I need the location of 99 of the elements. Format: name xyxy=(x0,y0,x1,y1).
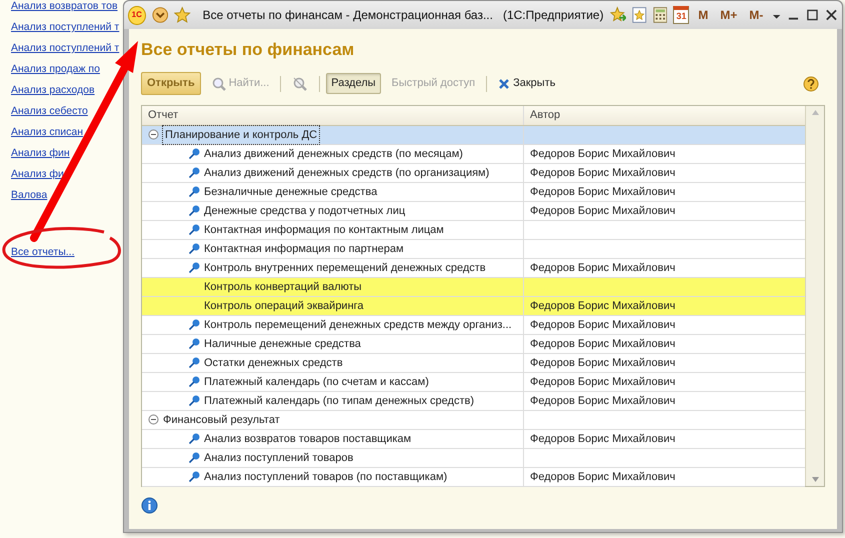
close-icon xyxy=(498,78,510,90)
open-button[interactable]: Открыть xyxy=(141,72,201,95)
table-row[interactable]: Анализ поступлений товаров (по поставщикам) Федоров Борис Михайлович xyxy=(142,468,805,486)
table-row[interactable]: Денежные средства у подотчетных лиц Федоров Борис Михайлович xyxy=(142,202,805,220)
table-row[interactable]: Контактная информация по партнерам xyxy=(142,240,805,258)
pin-icon xyxy=(188,318,200,330)
table-row[interactable]: Платежный календарь (по типам денежных средств) Федоров Борис Михайлович xyxy=(142,392,805,410)
author-name: Федоров Борис Михайлович xyxy=(530,184,676,200)
pin-icon xyxy=(188,376,200,388)
group-title[interactable]: Финансовый результат xyxy=(163,410,280,428)
report-title[interactable]: Анализ движений денежных средств (по организациям) xyxy=(204,164,490,182)
report-title[interactable]: Наличные денежные средства xyxy=(204,334,361,352)
calendar-icon[interactable]: 31 xyxy=(673,6,690,24)
table-row[interactable]: Наличные денежные средства Федоров Борис Михайлович xyxy=(142,334,805,354)
report-link[interactable]: Анализ фин xyxy=(11,147,70,160)
report-title[interactable]: Анализ возвратов товаров поставщикам xyxy=(204,430,412,448)
report-title[interactable]: Контроль операций эквайринга xyxy=(204,296,364,314)
author-name: Федоров Борис Михайлович xyxy=(530,374,676,390)
report-title[interactable]: Контроль внутренних перемещений денежных средств xyxy=(204,258,486,276)
table-row[interactable]: Безналичные денежные средства Федоров Борис Михайлович xyxy=(142,182,805,202)
pin-icon xyxy=(188,432,200,444)
memory-button[interactable]: M+ xyxy=(717,6,740,24)
table-row[interactable]: Контроль перемещений денежных средств между организ... Федоров Борис Михайлович xyxy=(142,316,805,334)
memory-button[interactable]: M xyxy=(695,6,712,24)
pin-icon xyxy=(188,356,200,368)
author-name: Федоров Борис Михайлович xyxy=(530,204,676,218)
pin-icon xyxy=(188,204,200,216)
pin-icon xyxy=(188,186,200,198)
pin-icon xyxy=(188,394,200,406)
pin-icon xyxy=(188,242,200,254)
author-name: Федоров Борис Михайлович xyxy=(530,470,676,484)
pin-icon xyxy=(188,166,200,178)
report-link[interactable]: Анализ расходов xyxy=(11,84,95,97)
table-row[interactable]: Анализ движений денежных средств (по организациям) Федоров Борис Михайлович xyxy=(142,164,805,182)
report-link[interactable]: Анализ фи xyxy=(11,168,64,181)
report-title[interactable]: Анализ движений денежных средств (по месяцам) xyxy=(204,144,463,162)
table-row[interactable]: Контактная информация по контактным лицам xyxy=(142,220,805,240)
report-link[interactable]: Анализ поступлений т xyxy=(11,21,120,34)
group-row[interactable]: Планирование и контроль ДС xyxy=(142,126,805,144)
author-name: Федоров Борис Михайлович xyxy=(530,356,676,370)
table-row[interactable]: Платежный календарь (по счетам и кассам) Федоров Борис Михайлович xyxy=(142,372,805,392)
table-row[interactable]: Контроль конвертаций валюты xyxy=(142,278,805,296)
author-name: Федоров Борис Михайлович xyxy=(530,336,676,352)
report-title[interactable]: Анализ поступлений товаров xyxy=(204,448,354,466)
report-title[interactable]: Остатки денежных средств xyxy=(204,354,343,372)
report-title[interactable]: Денежные средства у подотчетных лиц xyxy=(204,202,406,220)
group-row[interactable]: Финансовый результат xyxy=(142,410,805,430)
report-title[interactable]: Контактная информация по контактным лицам xyxy=(204,220,444,238)
group-title[interactable]: Планирование и контроль ДС xyxy=(163,126,320,144)
report-title[interactable]: Платежный календарь (по счетам и кассам) xyxy=(204,372,429,390)
form-title: Все отчеты по финансам xyxy=(141,39,356,61)
table-row[interactable]: Анализ поступлений товаров xyxy=(142,448,805,468)
pin-icon xyxy=(188,148,200,160)
report-title[interactable]: Безналичные денежные средства xyxy=(204,182,378,200)
pin-icon xyxy=(188,338,200,350)
report-title[interactable]: Анализ поступлений товаров (по поставщикам) xyxy=(204,468,448,486)
table-row[interactable]: Анализ движений денежных средств (по месяцам) Федоров Борис Михайлович xyxy=(142,144,805,164)
table-row[interactable]: Анализ возвратов товаров поставщикам Федоров Борис Михайлович xyxy=(142,430,805,448)
pin-icon xyxy=(188,470,200,482)
star-icon[interactable] xyxy=(174,6,191,24)
search-icon xyxy=(212,76,226,90)
report-link[interactable]: Анализ поступлений т xyxy=(11,42,120,55)
pin-icon xyxy=(188,452,200,464)
collapse-icon[interactable] xyxy=(148,414,159,425)
report-link[interactable]: Анализ себесто xyxy=(11,105,88,118)
report-title[interactable]: Контроль конвертаций валюты xyxy=(204,278,362,296)
report-link[interactable]: Анализ списан xyxy=(11,126,84,139)
report-link[interactable]: Анализ возвратов тов xyxy=(11,0,118,13)
pin-icon xyxy=(188,262,200,274)
help-icon[interactable] xyxy=(803,76,819,92)
logo[interactable]: 1С xyxy=(128,6,146,24)
calculator-icon[interactable] xyxy=(652,6,668,24)
table-row[interactable]: Остатки денежных средств Федоров Борис Михайлович xyxy=(142,354,805,372)
sections-button[interactable]: Разделы xyxy=(326,73,381,94)
pin-icon xyxy=(188,224,200,236)
window-title: Все отчеты по финансам - Демонстрационная баз... (1С:Предприятие) xyxy=(202,7,604,24)
author-name: Федоров Борис Михайлович xyxy=(530,318,676,332)
dropdown-icon[interactable] xyxy=(152,6,168,24)
search-clear-icon xyxy=(292,76,308,92)
all-reports-link[interactable]: Все отчеты... xyxy=(11,246,74,259)
author-name: Федоров Борис Михайлович xyxy=(530,298,676,314)
close-button[interactable]: Закрыть xyxy=(493,73,560,94)
author-name: Федоров Борис Михайлович xyxy=(530,166,676,180)
column-header[interactable]: Отчет xyxy=(142,106,523,124)
author-name: Федоров Борис Михайлович xyxy=(530,146,676,162)
author-name: Федоров Борис Михайлович xyxy=(530,394,676,408)
report-link[interactable]: Анализ продаж по xyxy=(11,63,100,76)
favorite-document-icon[interactable] xyxy=(632,6,647,24)
report-title[interactable]: Контроль перемещений денежных средств между организ... xyxy=(204,316,512,334)
author-name: Федоров Борис Михайлович xyxy=(530,260,676,276)
collapse-icon[interactable] xyxy=(148,129,159,140)
report-title[interactable]: Платежный календарь (по типам денежных средств) xyxy=(204,392,474,410)
author-name: Федоров Борис Михайлович xyxy=(530,432,676,446)
info-icon[interactable] xyxy=(141,496,158,514)
star-arrow-icon[interactable] xyxy=(610,6,626,24)
memory-button[interactable]: M- xyxy=(746,6,766,24)
table-row[interactable]: Контроль операций эквайринга Федоров Борис Михайлович xyxy=(142,296,805,316)
report-title[interactable]: Контактная информация по партнерам xyxy=(204,240,404,258)
report-link[interactable]: Валова xyxy=(11,189,48,202)
